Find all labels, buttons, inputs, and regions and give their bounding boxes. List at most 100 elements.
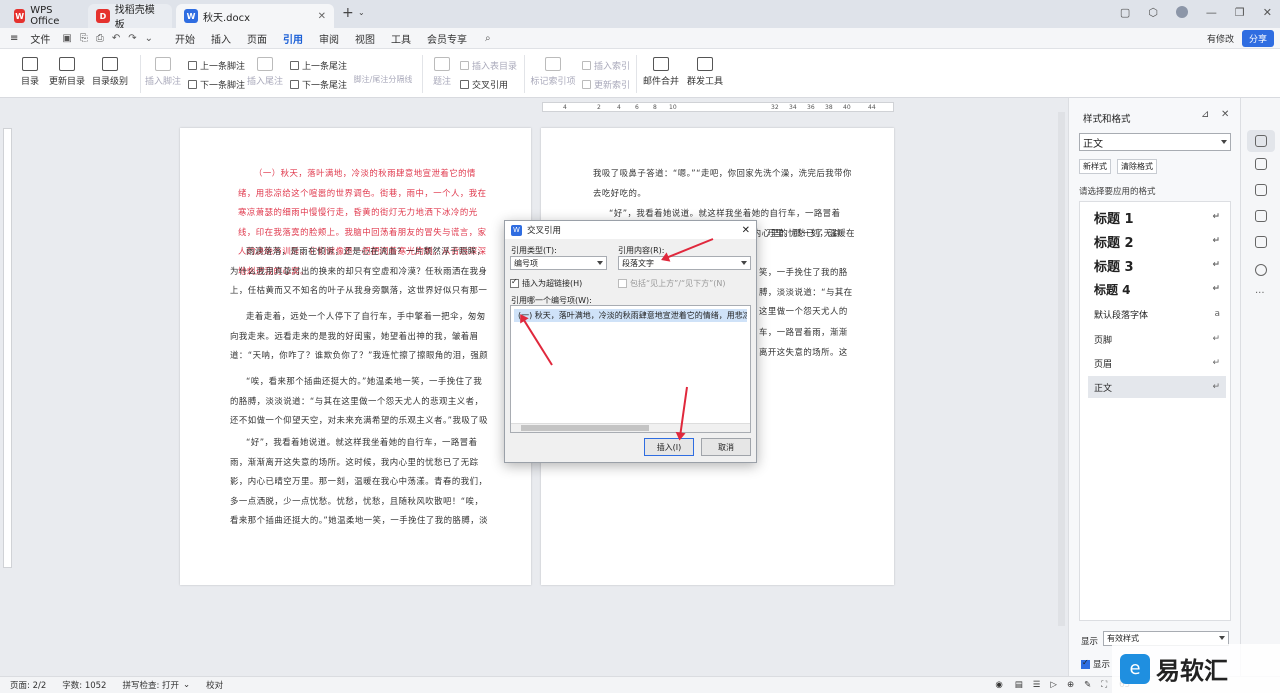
tile-icon[interactable]: ▢ bbox=[1120, 6, 1130, 19]
style-footer[interactable]: 页脚 ↵ bbox=[1088, 328, 1226, 350]
prev-footnote-button[interactable]: 上一条脚注 bbox=[188, 59, 245, 72]
hamburger-icon[interactable]: ≡ bbox=[0, 33, 22, 44]
paragraph[interactable]: 万里。那一刻，温暖在我心中荡漾。青春的我们，多一点洒脱，少一点忧 bbox=[759, 224, 855, 244]
spell-check[interactable]: 拼写检查: 打开 bbox=[122, 679, 179, 691]
word-count[interactable]: 字数: 1052 bbox=[62, 679, 106, 691]
tab-template[interactable]: D 找稻壳模板 bbox=[88, 4, 172, 31]
eye-icon[interactable]: ◉ bbox=[995, 680, 1002, 690]
cancel-button[interactable]: 取消 bbox=[701, 438, 751, 456]
list-item[interactable]: (一) 秋天，落叶满地，冷淡的秋雨肆意地宣泄着它的情绪，用悲凉 bbox=[514, 309, 747, 322]
style-body[interactable]: 正文 ↵ bbox=[1088, 376, 1226, 398]
paragraph[interactable]: 车，一路冒着雨，渐渐离开这失意的场所。这时候，我内心里的忧愁已了无踪影，内心已晴… bbox=[759, 323, 855, 363]
chevron-down-icon[interactable]: ⌄ bbox=[358, 8, 365, 17]
play-icon[interactable]: ▷ bbox=[1050, 680, 1057, 690]
style-list[interactable]: 标题 1 ↵ 标题 2 ↵ 标题 3 ↵ 标题 4 ↵ 默认段落字体 a 页脚 ↵ 页眉 ↵ … bbox=[1079, 201, 1231, 621]
redo-icon[interactable]: ↷ bbox=[124, 33, 140, 44]
proofread[interactable]: 校对 bbox=[206, 679, 223, 691]
tools-icon[interactable] bbox=[1255, 236, 1267, 248]
paragraph[interactable]: 走着走着，远处一个人停下了自行车，手中擎着一把伞，匆匆向我走来。远看走来的是我的… bbox=[230, 307, 491, 367]
hyperlink-checkbox[interactable]: 插入为超链接(H) bbox=[510, 277, 582, 289]
paragraph[interactable]: 雨滴落落，是雨在倾诉，还是心在流血？一片颓然浮于眼眸，为什么我用真挚付出的换来的… bbox=[230, 242, 491, 302]
menu-tools[interactable]: 工具 bbox=[383, 31, 419, 46]
toc-level-button[interactable]: 目录级别 bbox=[88, 57, 132, 87]
tab-wps-office[interactable]: W WPS Office bbox=[6, 4, 82, 28]
avatar[interactable] bbox=[1175, 6, 1188, 18]
cross-reference-button[interactable]: 交叉引用 bbox=[460, 78, 508, 91]
restore-icon[interactable]: ❐ bbox=[1235, 6, 1245, 19]
web-view-icon[interactable]: ⊕ bbox=[1067, 680, 1074, 690]
vertical-ruler[interactable] bbox=[3, 128, 12, 568]
help-icon[interactable] bbox=[1255, 264, 1267, 276]
image-icon[interactable] bbox=[1255, 210, 1267, 222]
menu-reference[interactable]: 引用 bbox=[275, 31, 311, 50]
page-1[interactable]: （一）秋天，落叶满地，冷淡的秋雨肆意地宣泄着它的情绪，用悲凉给这个喧嚣的世界调色… bbox=[180, 128, 531, 585]
fullscreen-icon[interactable]: ⛶ bbox=[1101, 680, 1107, 690]
horizontal-ruler[interactable]: 4 2 4 6 8 10 32 34 36 38 40 44 bbox=[542, 102, 894, 112]
pin-icon[interactable]: ⊿ bbox=[1201, 109, 1209, 120]
pointer-icon[interactable] bbox=[1255, 158, 1267, 170]
menu-start[interactable]: 开始 bbox=[167, 31, 203, 46]
paragraph[interactable]: 我吸了吸鼻子答道：“嗯。”“走吧，你回家先洗个澡，洗完后我带你去吃好吃的。 bbox=[593, 164, 855, 204]
ref-type-select[interactable]: 编号项 bbox=[510, 256, 607, 270]
next-endnote-button[interactable]: 下一条尾注 bbox=[290, 78, 347, 91]
current-style-select[interactable]: 正文 bbox=[1079, 133, 1231, 151]
modified-status[interactable]: 有修改 bbox=[1207, 32, 1234, 45]
search-icon[interactable]: ⌕ bbox=[475, 33, 501, 44]
new-style-button[interactable]: 新样式 bbox=[1079, 159, 1111, 174]
insert-index-button[interactable]: 插入索引 bbox=[582, 59, 630, 72]
page-indicator[interactable]: 页面: 2/2 bbox=[10, 679, 46, 691]
pen-icon[interactable]: ✎ bbox=[1084, 680, 1091, 690]
page-view-icon[interactable]: ▤ bbox=[1015, 680, 1023, 690]
insert-button[interactable]: 插入(I) bbox=[644, 438, 694, 456]
quick-save-icon[interactable]: ▣ bbox=[58, 33, 75, 44]
next-footnote-button[interactable]: 下一条脚注 bbox=[188, 78, 245, 91]
share-button[interactable]: 分享 bbox=[1241, 29, 1274, 47]
paragraph[interactable]: “唉，看来那个插曲还挺大的。”她温柔地一笑，一手挽住了我的胳膊，淡淡说道：“与其… bbox=[230, 372, 491, 432]
more-icon[interactable]: ··· bbox=[1255, 288, 1265, 299]
horizontal-scrollbar[interactable] bbox=[511, 423, 750, 432]
update-toc-button[interactable]: 更新目录 bbox=[48, 57, 86, 87]
show-preview-checkbox[interactable]: 显示 bbox=[1081, 658, 1110, 670]
export-icon[interactable]: ⎘ bbox=[76, 33, 92, 44]
undo-icon[interactable]: ↶ bbox=[108, 33, 124, 44]
style-header[interactable]: 页眉 ↵ bbox=[1088, 352, 1226, 374]
numbered-items-list[interactable]: (一) 秋天，落叶满地，冷淡的秋雨肆意地宣泄着它的情绪，用悲凉 bbox=[510, 305, 751, 433]
style-default-font[interactable]: 默认段落字体 a bbox=[1088, 303, 1226, 325]
brush-icon[interactable] bbox=[1255, 135, 1267, 147]
paragraph[interactable]: “好”，我看着她说道。就这样我坐着她的自行车，一路冒着雨，渐渐离开这失意的场所。… bbox=[230, 433, 491, 531]
menu-insert[interactable]: 插入 bbox=[203, 31, 239, 46]
tab-document[interactable]: W 秋天.docx ✕ bbox=[176, 4, 334, 28]
more-icon[interactable]: ⌄ bbox=[141, 33, 167, 44]
caption-button[interactable]: 题注 bbox=[430, 57, 454, 87]
style-heading-3[interactable]: 标题 3 ↵ bbox=[1088, 254, 1226, 276]
insert-figure-toc-button[interactable]: 插入表目录 bbox=[460, 59, 517, 72]
insert-endnote-button[interactable]: 插入尾注 bbox=[246, 57, 284, 87]
menu-member[interactable]: 会员专享 bbox=[419, 31, 475, 46]
footnote-separator-button[interactable]: 脚注/尾注分隔线 bbox=[350, 74, 416, 85]
print-icon[interactable]: ⎙ bbox=[92, 33, 108, 44]
outline-view-icon[interactable]: ☰ bbox=[1033, 680, 1041, 690]
toc-button[interactable]: 目录 bbox=[16, 57, 44, 87]
chevron-down-icon[interactable]: ⌄ bbox=[183, 680, 190, 690]
update-index-button[interactable]: 更新索引 bbox=[582, 78, 630, 91]
ref-content-select[interactable]: 段落文字 bbox=[618, 256, 751, 270]
vertical-scrollbar[interactable] bbox=[1058, 112, 1065, 626]
prev-endnote-button[interactable]: 上一条尾注 bbox=[290, 59, 347, 72]
style-heading-1[interactable]: 标题 1 ↵ bbox=[1088, 206, 1226, 228]
close-panel-icon[interactable]: ✕ bbox=[1221, 109, 1229, 120]
paragraph[interactable]: 笑，一手挽住了我的胳膊，淡淡说道：“与其在这里做一个怨天尤人的悲观主义者，还不如… bbox=[759, 263, 855, 323]
new-tab-icon[interactable]: + bbox=[342, 5, 354, 21]
clear-format-button[interactable]: 清除格式 bbox=[1117, 159, 1157, 174]
scrollbar-thumb[interactable] bbox=[521, 425, 649, 431]
close-icon[interactable]: ✕ bbox=[742, 225, 750, 236]
group-tools-button[interactable]: 群发工具 bbox=[684, 57, 726, 87]
close-tab-icon[interactable]: ✕ bbox=[318, 11, 326, 22]
above-below-checkbox[interactable]: 包括“见上方”/“见下方”(N) bbox=[618, 278, 726, 289]
settings-icon[interactable] bbox=[1255, 184, 1267, 196]
insert-footnote-button[interactable]: 插入脚注 bbox=[144, 57, 182, 87]
minimize-icon[interactable]: — bbox=[1206, 6, 1217, 19]
menu-page[interactable]: 页面 bbox=[239, 31, 275, 46]
menu-review[interactable]: 审阅 bbox=[311, 31, 347, 46]
mail-merge-button[interactable]: 邮件合并 bbox=[642, 57, 680, 87]
mark-index-button[interactable]: 标记索引项 bbox=[530, 57, 576, 87]
